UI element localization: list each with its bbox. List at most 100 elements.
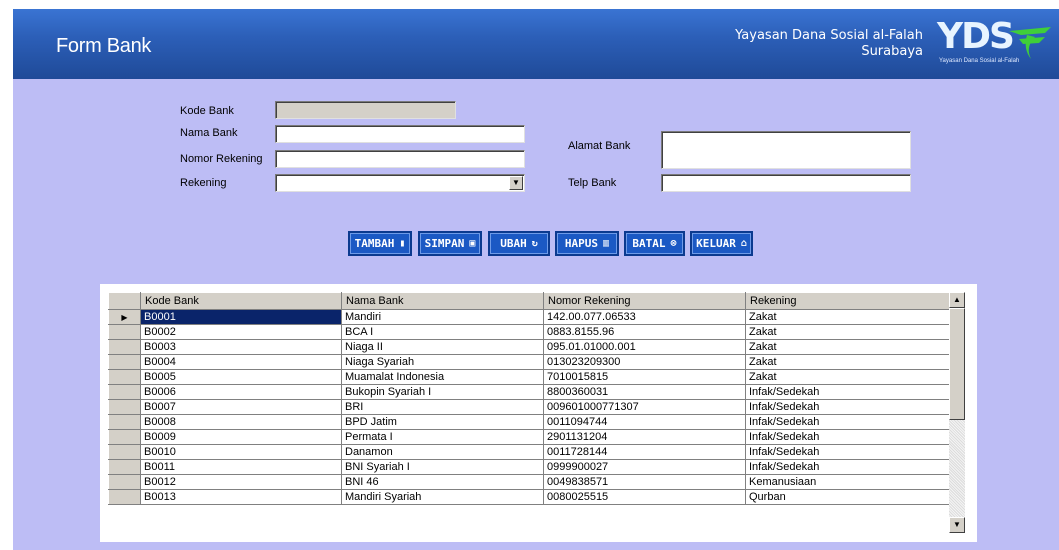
table-cell[interactable]: B0003: [140, 339, 342, 355]
column-header-rekening[interactable]: Rekening: [745, 292, 950, 310]
nama-bank-field[interactable]: [275, 125, 525, 143]
table-cell[interactable]: Infak/Sedekah: [745, 429, 950, 445]
table-cell[interactable]: Danamon: [341, 444, 544, 460]
table-cell[interactable]: Infak/Sedekah: [745, 399, 950, 415]
table-cell[interactable]: BRI: [341, 399, 544, 415]
table-cell[interactable]: Infak/Sedekah: [745, 444, 950, 460]
table-row[interactable]: B0006 Bukopin Syariah I 8800360031 Infak/Se…: [108, 384, 950, 400]
table-cell[interactable]: 0080025515: [543, 489, 746, 505]
row-indicator[interactable]: [108, 459, 141, 475]
kode-bank-field[interactable]: [275, 101, 456, 119]
row-indicator[interactable]: [108, 369, 141, 385]
table-cell[interactable]: Zakat: [745, 369, 950, 385]
table-row[interactable]: B0007 BRI 009601000771307 Infak/Sedekah: [108, 399, 950, 415]
table-cell[interactable]: B0006: [140, 384, 342, 400]
table-cell[interactable]: B0009: [140, 429, 342, 445]
row-indicator[interactable]: [108, 444, 141, 460]
row-indicator[interactable]: [108, 339, 141, 355]
table-cell[interactable]: B0008: [140, 414, 342, 430]
table-cell[interactable]: Muamalat Indonesia: [341, 369, 544, 385]
alamat-bank-textarea[interactable]: [661, 131, 911, 169]
batal-button[interactable]: BATAL ⊗: [624, 231, 685, 256]
table-cell[interactable]: B0013: [140, 489, 342, 505]
row-indicator[interactable]: [108, 324, 141, 340]
table-cell[interactable]: Mandiri: [341, 309, 544, 325]
table-cell[interactable]: 0011728144: [543, 444, 746, 460]
row-indicator[interactable]: [108, 489, 141, 505]
table-cell[interactable]: 0999900027: [543, 459, 746, 475]
scroll-up-icon[interactable]: ▲: [949, 292, 965, 308]
table-row[interactable]: B0012 BNI 46 0049838571 Kemanusiaan: [108, 474, 950, 490]
row-indicator[interactable]: [108, 354, 141, 370]
table-row[interactable]: B0009 Permata I 2901131204 Infak/Sedekah: [108, 429, 950, 445]
nomor-rekening-field[interactable]: [275, 150, 525, 168]
table-row[interactable]: B0003 Niaga II 095.01.01000.001 Zakat: [108, 339, 950, 355]
table-cell[interactable]: B0012: [140, 474, 342, 490]
telp-bank-field[interactable]: [661, 174, 911, 192]
table-cell[interactable]: Infak/Sedekah: [745, 414, 950, 430]
table-cell[interactable]: Mandiri Syariah: [341, 489, 544, 505]
table-cell[interactable]: B0005: [140, 369, 342, 385]
row-indicator[interactable]: [108, 414, 141, 430]
table-cell[interactable]: Permata I: [341, 429, 544, 445]
table-cell[interactable]: Zakat: [745, 324, 950, 340]
table-cell[interactable]: Infak/Sedekah: [745, 459, 950, 475]
table-row[interactable]: B0008 BPD Jatim 0011094744 Infak/Sedekah: [108, 414, 950, 430]
table-cell[interactable]: Kemanusiaan: [745, 474, 950, 490]
hapus-button[interactable]: HAPUS ▥: [555, 231, 619, 256]
current-row-arrow-icon[interactable]: ▶: [108, 309, 141, 325]
table-cell[interactable]: 7010015815: [543, 369, 746, 385]
chevron-down-icon[interactable]: ▼: [509, 176, 523, 190]
table-row[interactable]: B0004 Niaga Syariah 013023209300 Zakat: [108, 354, 950, 370]
table-cell[interactable]: 0049838571: [543, 474, 746, 490]
table-cell[interactable]: 2901131204: [543, 429, 746, 445]
table-row[interactable]: B0005 Muamalat Indonesia 7010015815 Zakat: [108, 369, 950, 385]
table-row[interactable]: ▶ B0001 Mandiri 142.00.077.06533 Zakat: [108, 309, 950, 325]
table-cell[interactable]: BNI Syariah I: [341, 459, 544, 475]
table-cell[interactable]: 095.01.01000.001: [543, 339, 746, 355]
table-cell[interactable]: 013023209300: [543, 354, 746, 370]
scroll-down-icon[interactable]: ▼: [949, 517, 965, 533]
table-cell[interactable]: 8800360031: [543, 384, 746, 400]
keluar-button[interactable]: KELUAR ⌂: [690, 231, 753, 256]
column-header-nomor-rekening[interactable]: Nomor Rekening: [543, 292, 746, 310]
table-cell[interactable]: Bukopin Syariah I: [341, 384, 544, 400]
table-row[interactable]: B0013 Mandiri Syariah 0080025515 Qurban: [108, 489, 950, 505]
nama-bank-label: Nama Bank: [180, 127, 238, 139]
table-cell[interactable]: BPD Jatim: [341, 414, 544, 430]
column-header-kode-bank[interactable]: Kode Bank: [140, 292, 342, 310]
rekening-dropdown[interactable]: ▼: [275, 174, 525, 192]
table-cell[interactable]: 009601000771307: [543, 399, 746, 415]
row-indicator[interactable]: [108, 399, 141, 415]
table-cell[interactable]: Zakat: [745, 339, 950, 355]
column-header-nama-bank[interactable]: Nama Bank: [341, 292, 544, 310]
row-indicator[interactable]: [108, 429, 141, 445]
vertical-scrollbar[interactable]: ▲ ▼: [949, 292, 965, 533]
table-cell[interactable]: Zakat: [745, 309, 950, 325]
row-indicator[interactable]: [108, 384, 141, 400]
table-cell[interactable]: Niaga II: [341, 339, 544, 355]
table-cell[interactable]: Infak/Sedekah: [745, 384, 950, 400]
scroll-thumb[interactable]: [949, 308, 965, 420]
tambah-button[interactable]: TAMBAH ▮: [348, 231, 412, 256]
table-row[interactable]: B0010 Danamon 0011728144 Infak/Sedekah: [108, 444, 950, 460]
table-cell[interactable]: B0004: [140, 354, 342, 370]
table-cell[interactable]: BNI 46: [341, 474, 544, 490]
table-row[interactable]: B0002 BCA I 0883.8155.96 Zakat: [108, 324, 950, 340]
table-cell[interactable]: B0002: [140, 324, 342, 340]
table-cell[interactable]: B0001: [140, 309, 342, 325]
table-row[interactable]: B0011 BNI Syariah I 0999900027 Infak/Sedeka…: [108, 459, 950, 475]
table-cell[interactable]: Qurban: [745, 489, 950, 505]
table-cell[interactable]: 0011094744: [543, 414, 746, 430]
row-indicator[interactable]: [108, 474, 141, 490]
table-cell[interactable]: Niaga Syariah: [341, 354, 544, 370]
table-cell[interactable]: BCA I: [341, 324, 544, 340]
table-cell[interactable]: 0883.8155.96: [543, 324, 746, 340]
ubah-button[interactable]: UBAH ↻: [488, 231, 550, 256]
table-cell[interactable]: 142.00.077.06533: [543, 309, 746, 325]
table-cell[interactable]: B0007: [140, 399, 342, 415]
simpan-button[interactable]: SIMPAN ▣: [418, 231, 482, 256]
table-cell[interactable]: B0010: [140, 444, 342, 460]
table-cell[interactable]: Zakat: [745, 354, 950, 370]
table-cell[interactable]: B0011: [140, 459, 342, 475]
